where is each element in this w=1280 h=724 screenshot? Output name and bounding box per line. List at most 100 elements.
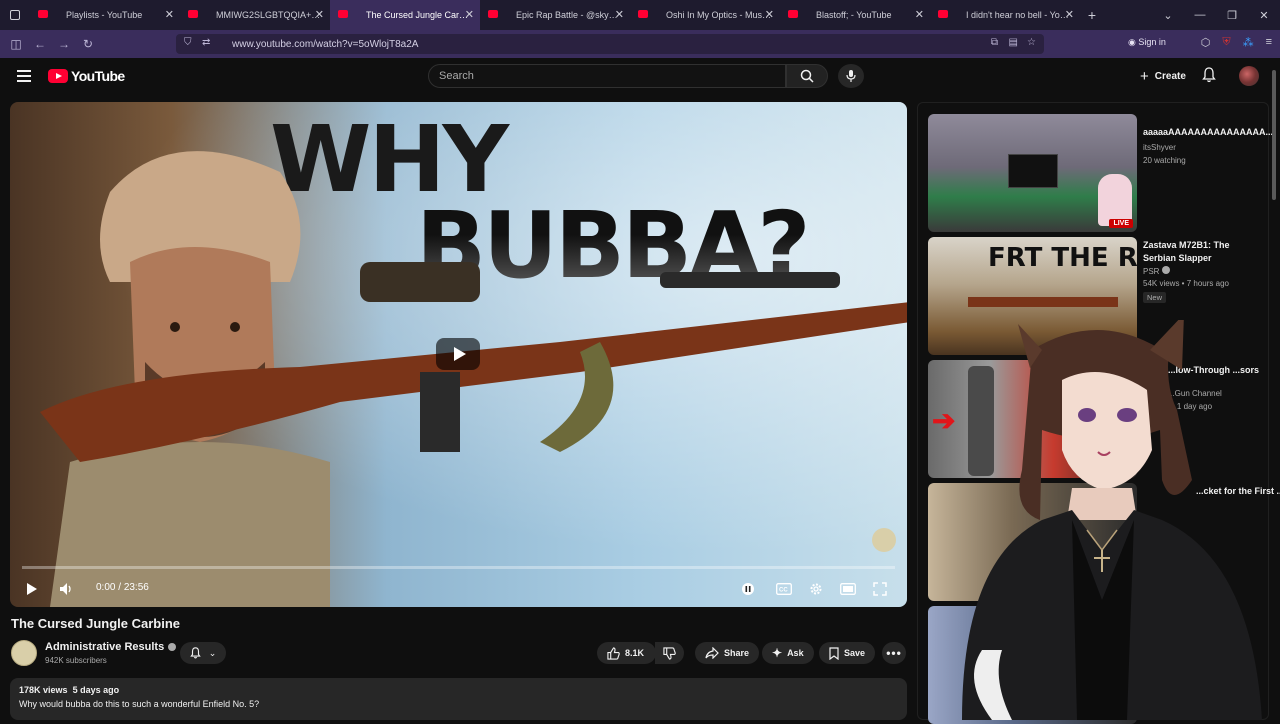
channel-avatar[interactable] <box>11 640 37 666</box>
subscriber-count: 942K subscribers <box>45 656 107 665</box>
time-display: 0:00 / 23:56 <box>96 582 149 593</box>
search-button[interactable] <box>786 64 828 88</box>
browser-tab-active[interactable]: The Cursed Jungle Carbine - YouTube✕ <box>330 0 480 30</box>
like-button[interactable]: 8.1K <box>597 642 657 664</box>
tab-list-icon[interactable]: ⌄ <box>1152 9 1184 22</box>
close-tab-icon[interactable]: ✕ <box>765 8 774 21</box>
save-button[interactable]: Save <box>819 642 876 664</box>
microphone-icon <box>846 70 856 82</box>
browser-tab[interactable]: Epic Rap Battle - @skyebrows✕ <box>480 0 630 30</box>
player-controls: 0:00 / 23:56 CC <box>10 569 907 607</box>
video-player[interactable]: WHY BUBBA? 0:00 / 23:56 CC <box>10 102 907 607</box>
new-tab-button[interactable]: + <box>1080 7 1104 23</box>
url-field[interactable]: ⛉ ⇄ www.youtube.com/watch?v=5oWlojT8a2A … <box>176 34 1044 54</box>
voice-search-button[interactable] <box>838 64 864 88</box>
browser-extensions: ⬡ ⛨ ⁂ ≡ <box>1201 36 1272 49</box>
live-badge: LIVE <box>1109 219 1133 228</box>
browser-tab[interactable]: Oshi In My Optics - Mushi (AMV)✕ <box>630 0 780 30</box>
sidebar-toggle-icon[interactable]: ◫ <box>4 37 28 51</box>
subscription-notification-button[interactable]: ⌄ <box>180 642 226 664</box>
forward-icon[interactable]: → <box>52 37 76 51</box>
more-actions-button[interactable]: ••• <box>882 642 906 664</box>
autoplay-pause-icon <box>742 583 754 595</box>
extensions-icon[interactable]: ⬡ <box>1201 36 1211 49</box>
reload-icon[interactable]: ↻ <box>76 37 100 51</box>
account-avatar[interactable] <box>1239 66 1259 86</box>
fullscreen-button[interactable] <box>870 579 890 599</box>
dislike-button[interactable] <box>655 642 684 664</box>
volume-button[interactable] <box>56 579 76 599</box>
browser-tab-strip: Playlists - YouTube ✕ MMIWG2SLGBTQQIA+ - … <box>0 0 1280 30</box>
address-bar-row: ◫ ← → ↻ ⛉ ⇄ www.youtube.com/watch?v=5oWl… <box>0 30 1280 58</box>
close-tab-icon[interactable]: ✕ <box>465 8 474 21</box>
volume-icon <box>60 583 71 595</box>
page-scrollbar[interactable] <box>1272 70 1276 200</box>
shield-icon[interactable]: ⛉ <box>184 37 192 48</box>
create-button[interactable]: + Create <box>1130 64 1196 88</box>
minimize-icon[interactable]: — <box>1184 9 1216 21</box>
browser-tab[interactable]: MMIWG2SLGBTQQIA+ - YouTube✕ <box>180 0 330 30</box>
plus-icon: + <box>1140 67 1149 85</box>
youtube-favicon-icon <box>638 10 648 18</box>
site-settings-icon[interactable]: ⇄ <box>202 37 210 48</box>
gear-icon <box>810 583 822 595</box>
verified-check-icon <box>168 643 177 651</box>
share-button[interactable]: Share <box>695 642 760 664</box>
settings-button[interactable] <box>806 579 826 599</box>
maximize-icon[interactable]: ❐ <box>1216 9 1248 22</box>
search-input[interactable]: Search <box>428 64 786 88</box>
bookmark-star-icon[interactable]: ☆ <box>1027 37 1036 48</box>
notifications-button[interactable] <box>1202 67 1216 88</box>
menu-icon[interactable]: ≡ <box>1266 36 1272 49</box>
recommendation-thumbnail[interactable]: LIVE <box>928 114 1137 232</box>
youtube-favicon-icon <box>188 10 198 18</box>
sign-in-button[interactable]: ◉ Sign in <box>1128 37 1166 48</box>
verified-check-icon <box>1161 266 1170 274</box>
thumbs-down-icon <box>663 646 676 660</box>
recommendation-item[interactable]: LIVE aaaaaAAAAAAAAAAAAAAA... itsShyver 2… <box>928 114 1273 232</box>
window-controls: ⌄ — ❐ ✕ <box>1152 0 1280 30</box>
close-tab-icon[interactable]: ✕ <box>1065 8 1074 21</box>
sparkle-icon: ✦ <box>772 646 783 660</box>
subtitles-button[interactable]: CC <box>774 579 794 599</box>
center-play-button[interactable] <box>436 338 480 370</box>
theater-icon <box>840 583 856 595</box>
back-icon[interactable]: ← <box>28 37 52 51</box>
youtube-favicon-icon <box>488 10 498 18</box>
closed-captions-icon: CC <box>776 583 792 595</box>
bell-icon <box>189 647 201 659</box>
channel-name[interactable]: Administrative Results <box>45 641 177 653</box>
chevron-down-icon: ⌄ <box>208 647 217 658</box>
autoplay-toggle[interactable] <box>738 579 758 599</box>
ublock-icon[interactable]: ⛨ <box>1222 36 1230 49</box>
thumbs-up-icon <box>607 646 620 660</box>
new-badge: New <box>1143 292 1167 303</box>
channel-watermark-icon[interactable] <box>872 528 896 552</box>
description-box[interactable]: 178K views 5 days ago Why would bubba do… <box>10 678 907 720</box>
search-icon <box>800 69 814 83</box>
close-tab-icon[interactable]: ✕ <box>165 8 174 21</box>
bookmark-icon <box>829 646 839 660</box>
youtube-logo[interactable]: YouTube <box>48 68 125 84</box>
close-tab-icon[interactable]: ✕ <box>315 8 324 21</box>
browser-tab[interactable]: Playlists - YouTube ✕ <box>30 0 180 30</box>
browser-tab[interactable]: Blastoff; - YouTube ✕ <box>780 0 930 30</box>
ask-button[interactable]: ✦ Ask <box>762 642 814 664</box>
guide-menu-icon[interactable] <box>17 70 31 82</box>
tab-actions-button[interactable] <box>0 0 30 30</box>
youtube-favicon-icon <box>338 10 348 18</box>
youtube-header: YouTube Search + Create <box>0 58 1280 96</box>
close-tab-icon[interactable]: ✕ <box>615 8 624 21</box>
close-tab-icon[interactable]: ✕ <box>915 8 924 21</box>
play-button[interactable] <box>22 579 42 599</box>
browser-tab[interactable]: I didn't hear no bell - YouTube✕ <box>930 0 1080 30</box>
reader-icon[interactable]: ▤ <box>1009 37 1018 48</box>
theater-mode-button[interactable] <box>838 579 858 599</box>
close-window-icon[interactable]: ✕ <box>1248 9 1280 22</box>
translate-icon[interactable]: ⁂ <box>1243 36 1254 49</box>
youtube-favicon-icon <box>938 10 948 18</box>
bell-icon <box>1202 67 1216 83</box>
youtube-favicon-icon <box>38 10 48 18</box>
screenshot-icon[interactable]: ⧉ <box>991 37 998 48</box>
share-arrow-icon <box>705 647 719 659</box>
